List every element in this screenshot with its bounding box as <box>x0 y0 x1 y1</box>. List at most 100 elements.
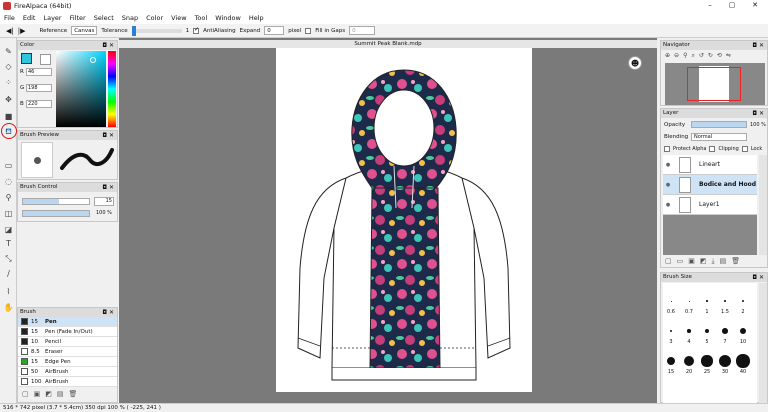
brush-size-dot[interactable] <box>701 355 713 367</box>
close-button[interactable]: ✕ <box>745 1 765 9</box>
menu-color[interactable]: Color <box>142 12 167 24</box>
tolerance-slider[interactable] <box>131 25 182 36</box>
brush-item[interactable]: 15 Pen <box>18 317 117 327</box>
magic-wand-tool-icon[interactable]: ⚲ <box>3 192 14 203</box>
navigator-viewport[interactable] <box>687 67 741 101</box>
fill-gaps-select[interactable]: 0 <box>349 26 376 35</box>
layer-properties-icon[interactable]: ◩ <box>700 257 712 265</box>
brush-opacity-slider[interactable] <box>22 210 90 217</box>
hue-slider[interactable] <box>108 51 116 127</box>
document-tab[interactable]: Summit Peak Blank.mdp <box>119 40 657 48</box>
clear-layer-icon[interactable]: ▤ <box>720 257 732 265</box>
g-input[interactable]: 198 <box>26 84 52 92</box>
layer-row[interactable]: ● Layer1 <box>663 195 757 215</box>
brush-size-dot[interactable] <box>722 328 728 334</box>
menu-help[interactable]: Help <box>245 12 268 24</box>
menu-layer[interactable]: Layer <box>39 12 65 24</box>
panel-close-icon[interactable]: ◘ ✕ <box>102 308 114 317</box>
hand-tool-icon[interactable]: ✋ <box>3 302 14 313</box>
operation-tool-icon[interactable]: ⤡ <box>3 253 14 264</box>
brush-size-dot[interactable] <box>684 356 694 366</box>
panel-close-icon[interactable]: ◘ ✕ <box>752 273 764 282</box>
delete-brush-icon[interactable]: 🗑 <box>69 390 83 398</box>
rotate-reset-icon[interactable]: ⟲ <box>717 52 726 59</box>
reference-select[interactable]: Canvas <box>71 26 98 35</box>
brush-size-slider[interactable] <box>22 198 90 205</box>
brush-size-dot[interactable] <box>704 328 710 334</box>
brush-size-dot[interactable] <box>706 300 708 302</box>
gradient-tool-icon[interactable]: ∕ <box>3 268 14 279</box>
brush-size-dot[interactable] <box>687 329 691 333</box>
brush-size-dot[interactable] <box>719 355 731 367</box>
brush-size-dot[interactable] <box>724 300 726 302</box>
rotate-right-icon[interactable]: ↻ <box>708 52 717 59</box>
menu-view[interactable]: View <box>167 12 190 24</box>
pen-tool-icon[interactable]: ✎ <box>3 46 14 57</box>
bucket-tool-icon[interactable]: ⛾ <box>3 126 14 137</box>
brush-size-input[interactable]: 15 <box>94 197 114 206</box>
panel-close-icon[interactable]: ◘ ✕ <box>102 183 114 192</box>
menu-select[interactable]: Select <box>90 12 118 24</box>
select-eraser-tool-icon[interactable]: ◪ <box>3 224 14 235</box>
color-picker-cursor[interactable] <box>90 57 96 63</box>
brush-size-dot[interactable] <box>741 299 745 303</box>
brush-settings-icon[interactable]: ◩ <box>45 390 57 398</box>
add-brush-icon[interactable]: ▢ <box>22 390 34 398</box>
panel-close-icon[interactable]: ◘ ✕ <box>752 41 764 50</box>
brush-size-scrollbar[interactable] <box>759 283 767 403</box>
new-folder-icon[interactable]: ▭ <box>677 257 689 265</box>
document-canvas[interactable] <box>276 48 532 392</box>
brush-item[interactable]: 10 Pencil <box>18 337 117 347</box>
brush-size-dot[interactable] <box>669 329 673 333</box>
select-pen-tool-icon[interactable]: ◫ <box>3 208 14 219</box>
eraser-tool-icon[interactable]: ◇ <box>3 61 14 72</box>
import-brush-icon[interactable]: ▤ <box>57 390 69 398</box>
move-tool-icon[interactable]: ✥ <box>3 94 14 105</box>
menu-file[interactable]: File <box>0 12 19 24</box>
zoom-actual-icon[interactable]: ⌕ <box>691 52 698 59</box>
maximize-button[interactable]: ▢ <box>722 1 742 9</box>
menu-snap[interactable]: Snap <box>118 12 142 24</box>
delete-layer-icon[interactable]: 🗑 <box>731 257 745 265</box>
new-layer-icon[interactable]: ▢ <box>665 257 677 265</box>
duplicate-brush-icon[interactable]: ▣ <box>34 390 46 398</box>
layer-opacity-slider[interactable] <box>691 121 747 128</box>
brush-size-dot[interactable] <box>736 354 750 368</box>
tolerance-slider-handle[interactable] <box>131 25 136 36</box>
layer-visibility-icon[interactable]: ● <box>663 182 673 188</box>
navigator-preview[interactable] <box>665 63 765 105</box>
panel-close-icon[interactable]: ◘ ✕ <box>102 41 114 50</box>
duplicate-layer-icon[interactable]: ▣ <box>688 257 700 265</box>
undo-icon[interactable]: ◀| <box>6 27 14 35</box>
blending-select[interactable]: Normal <box>691 133 747 141</box>
lasso-tool-icon[interactable]: ◌ <box>3 176 14 187</box>
brush-item[interactable]: 15 Edge Pen <box>18 357 117 367</box>
select-tool-icon[interactable]: ▭ <box>3 160 14 171</box>
secondary-color-swatch[interactable] <box>40 54 51 65</box>
brush-item[interactable]: 50 AirBrush <box>18 367 117 377</box>
r-input[interactable]: 46 <box>26 68 52 76</box>
clipping-checkbox[interactable] <box>709 146 716 152</box>
antialiasing-checkbox[interactable]: ✓ <box>193 26 199 34</box>
layer-visibility-icon[interactable]: ● <box>663 162 673 168</box>
flip-icon[interactable]: ⇋ <box>726 52 735 59</box>
minimize-button[interactable]: – <box>700 1 720 9</box>
dot-tool-icon[interactable]: ⁘ <box>3 77 14 88</box>
lock-checkbox[interactable] <box>741 146 748 152</box>
b-input[interactable]: 220 <box>26 100 52 108</box>
fill-gaps-checkbox[interactable] <box>305 27 312 34</box>
brush-item[interactable]: 100 AirBrush <box>18 377 117 387</box>
brush-size-dot[interactable] <box>666 356 676 366</box>
panel-close-icon[interactable]: ◘ ✕ <box>102 131 114 140</box>
brush-item[interactable]: 8.5 Eraser <box>18 347 117 357</box>
brush-item[interactable]: 15 Pen (Fade In/Out) <box>18 327 117 337</box>
merge-down-icon[interactable]: ⤓ <box>712 257 720 265</box>
primary-color-swatch[interactable] <box>21 53 32 64</box>
rotate-left-icon[interactable]: ↺ <box>699 52 708 59</box>
fill-tool-icon[interactable]: ■ <box>3 111 14 122</box>
eyedropper-tool-icon[interactable]: ⌇ <box>3 286 14 297</box>
panel-close-icon[interactable]: ◘ ✕ <box>752 109 764 118</box>
color-picker-square[interactable] <box>56 51 106 127</box>
brush-size-dot[interactable] <box>688 300 690 302</box>
expand-select[interactable]: 0 <box>264 26 285 35</box>
